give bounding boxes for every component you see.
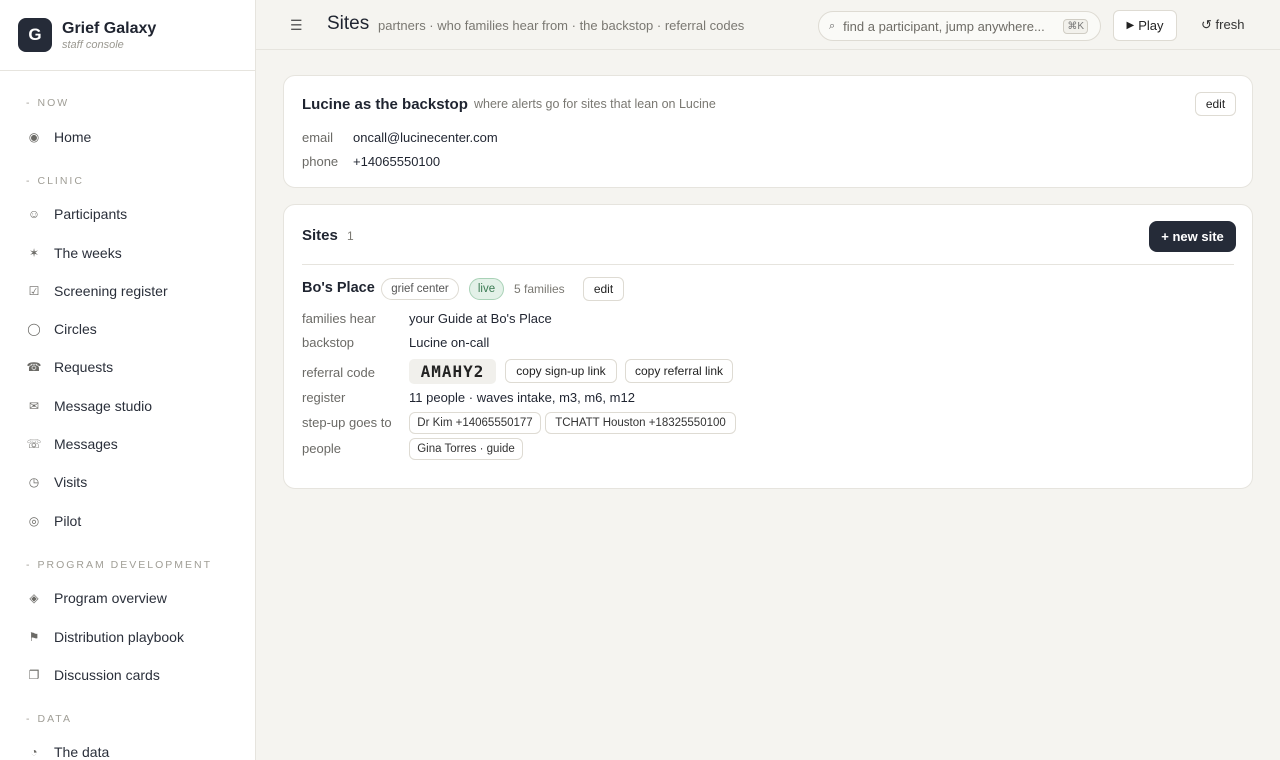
- sidebar-item-label: Messages: [54, 436, 118, 452]
- sidebar-item-participants[interactable]: ☺ Participants: [26, 206, 127, 222]
- backstop-label: backstop: [302, 335, 355, 350]
- new-site-button[interactable]: + new site: [1149, 221, 1236, 252]
- sidebar-item-label: Home: [54, 129, 92, 145]
- target-icon: ◎: [28, 514, 40, 528]
- sidebar-item-label: Participants: [54, 206, 128, 222]
- status-badge: live: [469, 278, 504, 300]
- stepup-label: step-up goes to: [302, 415, 392, 430]
- sidebar-item-label: Visits: [54, 474, 88, 490]
- section-data: - DATA: [26, 713, 72, 725]
- sidebar-item-discussion-cards[interactable]: ❐ Discussion cards: [26, 667, 160, 683]
- copy-referral-button[interactable]: copy referral link: [625, 359, 733, 383]
- flag-icon: ⚑: [28, 630, 40, 644]
- families-hear-value: your Guide at Bo's Place: [409, 311, 552, 326]
- sidebar-item-program-overview[interactable]: ◈ Program overview: [26, 590, 167, 606]
- sidebar-item-screening-register[interactable]: ☑ Screening register: [26, 283, 168, 299]
- fresh-label: fresh: [1215, 17, 1245, 32]
- sidebar-item-label: Requests: [54, 359, 114, 375]
- diamond-icon: ◈: [29, 591, 39, 605]
- section-program-development: - PROGRAM DEVELOPMENT: [26, 559, 213, 571]
- sidebar-item-weeks[interactable]: ✶ The weeks: [26, 245, 122, 261]
- sidebar-item-label: Screening register: [54, 283, 168, 299]
- home-icon: ◉: [28, 130, 40, 144]
- sidebar-item-circles[interactable]: ◯ Circles: [26, 321, 97, 337]
- sidebar-item-message-studio[interactable]: ✉ Message studio: [26, 398, 152, 414]
- sidebar-item-label: Program overview: [54, 590, 167, 606]
- checkbox-icon: ☑: [28, 284, 40, 298]
- sidebar-item-home[interactable]: ◉ Home: [26, 129, 92, 145]
- register-label: register: [302, 390, 346, 405]
- sites-title: Sites: [302, 227, 338, 244]
- sites-card: Sites 1 + new site Bo's Place grief cent…: [283, 204, 1253, 489]
- search-input[interactable]: ⌕ find a participant, jump anywhere... ⌘…: [818, 11, 1101, 41]
- divider: [302, 264, 1234, 265]
- person-chip[interactable]: Gina Torres · guide: [409, 438, 523, 460]
- sidebar-item-label: Circles: [54, 321, 97, 337]
- page-subtitle: partners · who families hear from · the …: [378, 18, 745, 33]
- stepup-chip[interactable]: Dr Kim +14065550177: [409, 412, 541, 434]
- section-clinic: - CLINIC: [26, 175, 84, 187]
- families-count: 5 families: [514, 282, 565, 296]
- backstop-description: where alerts go for sites that lean on L…: [474, 97, 716, 111]
- clock-icon: ◷: [28, 475, 40, 489]
- sidebar: G Grief Galaxy staff console - NOW ◉ Home …: [0, 0, 256, 760]
- copy-signup-button[interactable]: copy sign-up link: [505, 359, 617, 383]
- cards-icon: ❐: [28, 668, 40, 682]
- star-icon: ✶: [28, 246, 40, 260]
- play-label: Play: [1138, 18, 1164, 33]
- referral-code: AMAHY2: [409, 359, 496, 384]
- play-icon: ▶: [1126, 20, 1135, 31]
- sidebar-item-label: Pilot: [54, 513, 82, 529]
- telephone-icon: ☏: [26, 437, 42, 451]
- sidebar-item-pilot[interactable]: ◎ Pilot: [26, 513, 81, 529]
- stepup-chip[interactable]: TCHATT Houston +18325550100: [545, 412, 736, 434]
- phone-label: phone: [302, 154, 339, 169]
- sidebar-item-messages[interactable]: ☏ Messages: [26, 436, 118, 452]
- envelope-icon: ✉: [28, 399, 40, 413]
- phone-icon: ☎: [26, 360, 42, 374]
- backstop-card: Lucine as the backstop where alerts go f…: [283, 75, 1253, 188]
- sidebar-item-visits[interactable]: ◷ Visits: [26, 474, 87, 490]
- backstop-value: Lucine on-call: [409, 335, 490, 350]
- brand[interactable]: G Grief Galaxy staff console: [0, 0, 255, 71]
- sites-count: 1: [347, 229, 354, 243]
- referral-label: referral code: [302, 365, 375, 380]
- backstop-title: Lucine as the backstop: [302, 96, 468, 113]
- section-now: - NOW: [26, 97, 70, 109]
- brand-name: Grief Galaxy: [62, 19, 157, 37]
- sidebar-item-label: The data: [54, 744, 110, 760]
- families-hear-label: families hear: [302, 311, 376, 326]
- circle-icon: ◯: [27, 322, 41, 336]
- menu-icon[interactable]: ☰: [290, 17, 303, 34]
- sidebar-item-label: Message studio: [54, 398, 153, 414]
- play-button[interactable]: ▶ Play: [1113, 10, 1177, 41]
- backstop-edit-button[interactable]: edit: [1195, 92, 1236, 116]
- refresh-icon: ↺: [1201, 17, 1212, 32]
- site-type-badge: grief center: [381, 278, 459, 300]
- sidebar-item-requests[interactable]: ☎ Requests: [26, 359, 114, 375]
- shortcut-badge: ⌘K: [1063, 19, 1088, 34]
- search-placeholder: find a participant, jump anywhere...: [843, 18, 1045, 34]
- sidebar-item-the-data[interactable]: ◔ The data: [26, 744, 109, 760]
- email-label: email: [302, 130, 334, 145]
- email-value: oncall@lucinecenter.com: [353, 130, 498, 145]
- register-value: 11 people · waves intake, m3, m6, m12: [409, 390, 635, 405]
- people-label: people: [302, 441, 342, 456]
- search-icon: ⌕: [829, 19, 836, 32]
- page-title: Sites: [327, 13, 370, 34]
- topbar: ☰ Sites partners · who families hear fro…: [256, 0, 1280, 50]
- sidebar-item-label: Distribution playbook: [54, 629, 184, 645]
- sidebar-item-distribution-playbook[interactable]: ⚑ Distribution playbook: [26, 629, 184, 645]
- pie-chart-icon: ◔: [30, 745, 38, 759]
- site-edit-button[interactable]: edit: [583, 277, 624, 301]
- sidebar-item-label: Discussion cards: [54, 667, 160, 683]
- brand-logo: G: [18, 18, 52, 52]
- phone-value: +14065550100: [353, 154, 441, 169]
- sidebar-item-label: The weeks: [54, 245, 122, 261]
- participants-icon: ☺: [27, 207, 41, 221]
- site-name[interactable]: Bo's Place: [302, 280, 375, 296]
- brand-subtitle: staff console: [62, 38, 124, 51]
- fresh-button[interactable]: ↺ fresh: [1201, 17, 1244, 33]
